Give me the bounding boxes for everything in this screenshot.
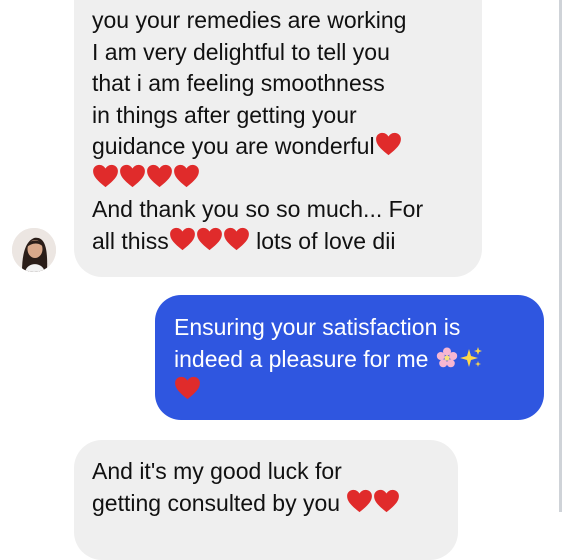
heart-row <box>92 163 482 195</box>
message-text-line: getting consulted by you <box>92 488 458 520</box>
chat-thread: you your remedies are working I am very … <box>0 0 562 560</box>
message-text-line: And it's my good luck for <box>92 458 342 484</box>
red-heart-icon <box>146 164 173 188</box>
message-text-line: that i am feeling smoothness <box>92 70 385 96</box>
message-text-line: Ensuring your satisfaction is <box>174 314 461 340</box>
received-message-bubble[interactable]: you your remedies are working I am very … <box>74 0 482 277</box>
cherry-blossom-icon <box>435 346 459 370</box>
red-heart-icon <box>119 164 146 188</box>
message-text-line: you your remedies are working <box>92 7 407 33</box>
message-text-line: all thiss lots of love dii <box>92 226 482 258</box>
heart-row <box>174 375 544 407</box>
sent-message-bubble[interactable]: Ensuring your satisfaction is indeed a p… <box>155 295 544 420</box>
sparkles-icon <box>459 346 483 370</box>
message-text-line: I am very delightful to tell you <box>92 38 390 65</box>
red-heart-icon <box>346 489 373 513</box>
message-text-line: indeed a pleasure for me <box>174 344 544 376</box>
message-text: indeed a pleasure for me <box>174 345 429 372</box>
red-heart-icon <box>173 164 200 188</box>
red-heart-icon <box>92 164 119 188</box>
received-message-bubble[interactable]: And it's my good luck for getting consul… <box>74 440 458 560</box>
red-heart-icon <box>223 227 250 251</box>
message-text: lots of love dii <box>249 227 396 254</box>
red-heart-icon <box>375 132 402 156</box>
sender-avatar[interactable] <box>12 228 56 272</box>
red-heart-icon <box>373 489 400 513</box>
red-heart-icon <box>169 227 196 251</box>
message-text-line: guidance you are wonderful <box>92 131 482 163</box>
message-text: all thiss <box>92 227 169 254</box>
message-text: guidance you are wonderful <box>92 133 375 159</box>
message-text-line: in things after getting your <box>92 101 357 128</box>
red-heart-icon <box>196 227 223 251</box>
red-heart-icon <box>174 376 201 400</box>
message-text-line: And thank you so so much... For <box>92 196 424 222</box>
